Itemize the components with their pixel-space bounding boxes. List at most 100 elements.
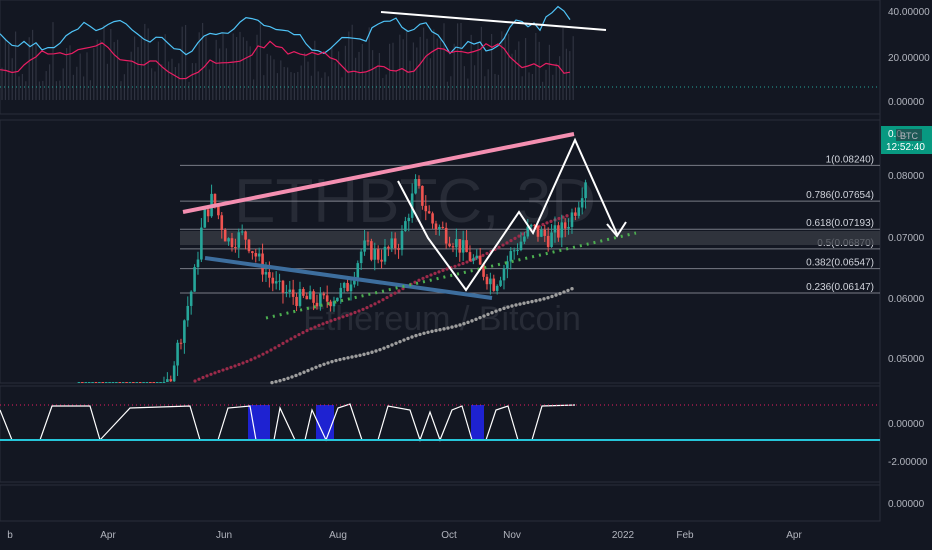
candle-body[interactable] <box>227 238 230 242</box>
candle-body[interactable] <box>404 221 407 231</box>
candle-body[interactable] <box>370 241 373 260</box>
candle-body[interactable] <box>502 268 506 281</box>
candle-body[interactable] <box>268 272 271 278</box>
candle-body[interactable] <box>91 382 94 383</box>
candle-body[interactable] <box>132 382 135 383</box>
candle-body[interactable] <box>118 382 122 383</box>
candle-body[interactable] <box>421 185 424 206</box>
candle-body[interactable] <box>512 250 516 252</box>
candle-body[interactable] <box>152 382 156 383</box>
candle-body[interactable] <box>584 182 587 199</box>
candle-body[interactable] <box>376 249 380 260</box>
candle-body[interactable] <box>465 240 468 253</box>
candle-body[interactable] <box>529 224 533 227</box>
candle-body[interactable] <box>183 320 186 343</box>
candle-body[interactable] <box>363 240 366 252</box>
candle-body[interactable] <box>417 179 421 186</box>
candle-body[interactable] <box>489 278 492 285</box>
candle-body[interactable] <box>281 280 285 293</box>
candle-body[interactable] <box>393 238 397 249</box>
candle-body[interactable] <box>431 213 434 224</box>
candle-body[interactable] <box>560 222 564 238</box>
candle-body[interactable] <box>570 212 574 227</box>
candle-body[interactable] <box>458 239 462 253</box>
candle-body[interactable] <box>295 296 298 306</box>
candle-body[interactable] <box>492 278 496 291</box>
candle-body[interactable] <box>383 246 387 262</box>
candle-body[interactable] <box>519 241 523 251</box>
candle-body[interactable] <box>94 382 98 383</box>
candle-body[interactable] <box>172 365 176 382</box>
candle-body[interactable] <box>302 289 305 296</box>
candle-body[interactable] <box>543 229 547 236</box>
candle-body[interactable] <box>274 281 278 284</box>
candle-body[interactable] <box>346 282 349 292</box>
candle-body[interactable] <box>278 280 281 282</box>
candle-body[interactable] <box>563 222 567 229</box>
candle-body[interactable] <box>247 239 251 252</box>
candle-body[interactable] <box>108 382 111 383</box>
candle-body[interactable] <box>407 217 411 222</box>
candle-body[interactable] <box>336 297 339 302</box>
candle-body[interactable] <box>166 379 169 382</box>
candle-body[interactable] <box>577 207 581 216</box>
candle-body[interactable] <box>553 225 557 233</box>
candle-body[interactable] <box>509 251 513 262</box>
candle-body[interactable] <box>162 382 166 383</box>
candle-body[interactable] <box>237 232 241 248</box>
candle-body[interactable] <box>159 382 162 383</box>
candle-body[interactable] <box>441 226 445 228</box>
candle-body[interactable] <box>427 211 431 214</box>
candle-body[interactable] <box>200 227 203 260</box>
candle-body[interactable] <box>359 251 363 264</box>
candle-body[interactable] <box>557 225 560 238</box>
candle-body[interactable] <box>135 382 139 383</box>
candle-body[interactable] <box>387 246 390 249</box>
candle-body[interactable] <box>169 379 173 382</box>
candle-body[interactable] <box>230 238 234 248</box>
candle-body[interactable] <box>475 255 479 259</box>
candle-body[interactable] <box>240 231 244 233</box>
candle-body[interactable] <box>254 253 258 257</box>
candle-body[interactable] <box>264 272 268 275</box>
candle-body[interactable] <box>189 291 193 306</box>
candle-body[interactable] <box>145 382 149 383</box>
candle-body[interactable] <box>390 238 394 249</box>
candle-body[interactable] <box>322 293 326 296</box>
candle-body[interactable] <box>206 209 210 217</box>
candle-body[interactable] <box>499 280 502 286</box>
candle-body[interactable] <box>366 240 370 242</box>
candle-body[interactable] <box>373 249 377 260</box>
candle-body[interactable] <box>81 382 84 383</box>
candle-body[interactable] <box>329 301 332 307</box>
trading-chart[interactable]: ETHBTC, 3D Ethereum / Bitcoin 1(0.08240)… <box>0 0 932 550</box>
candle-body[interactable] <box>397 248 400 250</box>
candle-body[interactable] <box>203 209 207 228</box>
candle-body[interactable] <box>349 284 353 292</box>
candle-body[interactable] <box>101 382 105 383</box>
candle-body[interactable] <box>193 267 196 292</box>
candle-body[interactable] <box>234 247 237 249</box>
candle-body[interactable] <box>468 252 472 261</box>
candle-body[interactable] <box>305 295 309 300</box>
candle-body[interactable] <box>196 259 200 268</box>
candle-body[interactable] <box>567 226 570 229</box>
candle-body[interactable] <box>580 198 584 208</box>
candle-body[interactable] <box>478 255 482 265</box>
candle-body[interactable] <box>149 382 152 383</box>
candle-body[interactable] <box>251 251 254 254</box>
candle-body[interactable] <box>115 382 118 383</box>
candle-body[interactable] <box>451 246 455 248</box>
candle-body[interactable] <box>400 230 404 250</box>
candle-body[interactable] <box>128 382 132 383</box>
candle-body[interactable] <box>308 291 312 300</box>
candle-body[interactable] <box>495 285 499 291</box>
candle-body[interactable] <box>485 276 489 285</box>
price-badge[interactable]: 0.0... 12:52:40 BTC <box>881 126 932 154</box>
candle-body[interactable] <box>455 239 458 248</box>
candle-body[interactable] <box>380 259 383 262</box>
candle-body[interactable] <box>434 223 438 230</box>
candle-body[interactable] <box>288 289 292 293</box>
candle-body[interactable] <box>461 240 465 253</box>
candle-body[interactable] <box>125 382 128 383</box>
